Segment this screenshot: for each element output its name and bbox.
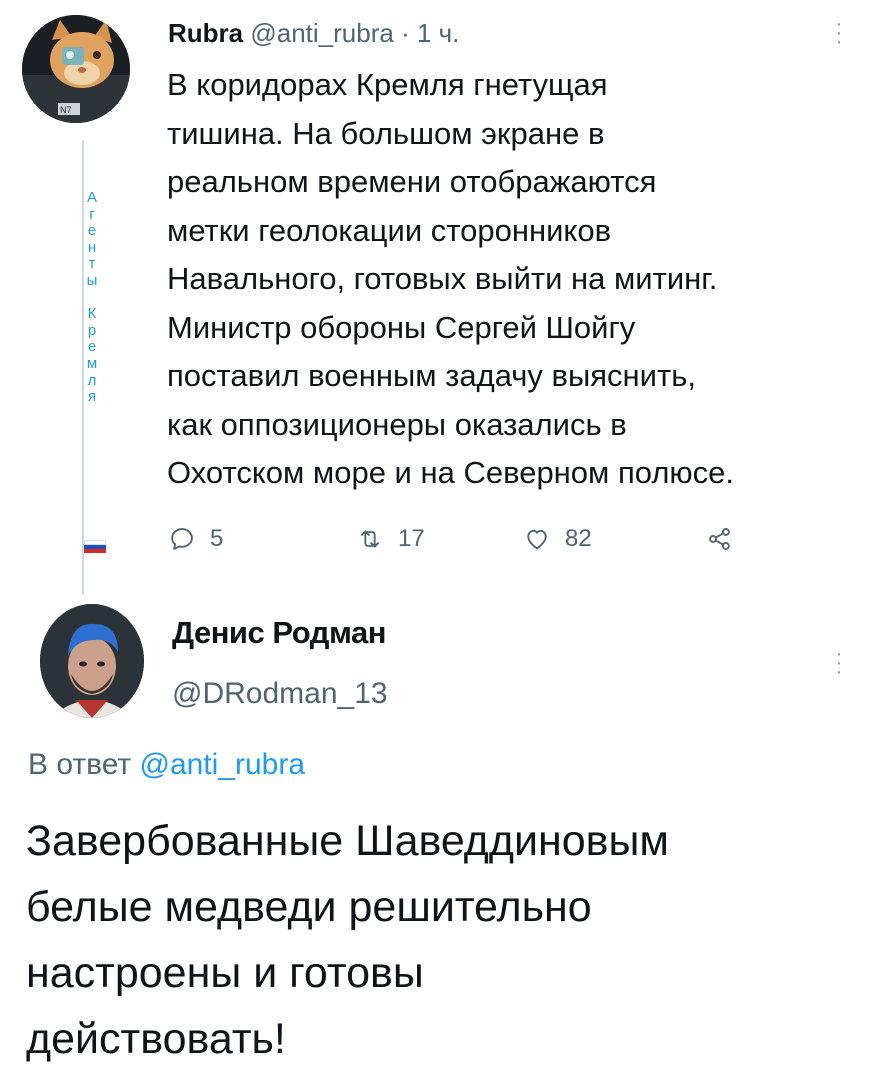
like-button[interactable]: 82 (523, 522, 592, 556)
tweet-header: Rubra @anti_rubra · 1 ч. (168, 18, 459, 48)
reply-author-avatar[interactable] (40, 604, 144, 718)
author-name[interactable]: Rubra (168, 18, 243, 48)
header-separator: · (393, 18, 417, 48)
reply-text: Завербованные Шаведдиновым белые медведи… (26, 817, 669, 1063)
share-icon (709, 528, 730, 550)
like-count: 82 (565, 525, 592, 552)
tweet-text: В коридорах Кремля гнетущая тишина. На б… (167, 67, 735, 490)
more-vertical-icon[interactable]: · · · (834, 644, 844, 682)
reply-context: В ответ @anti_rubra (28, 748, 305, 782)
thread-label: А г е н т ы К р е м л я (86, 189, 98, 406)
share-button[interactable] (706, 522, 748, 556)
retweet-button[interactable]: 17 (356, 522, 425, 556)
reply-prefix: В ответ (28, 748, 140, 781)
cat-avatar-icon: N7 (22, 15, 130, 123)
svg-text:N7: N7 (60, 105, 72, 115)
reply-mention-link[interactable]: @anti_rubra (139, 748, 305, 781)
reply-author-handle[interactable]: @DRodman_13 (172, 677, 388, 711)
reply-count: 5 (210, 525, 224, 552)
author-avatar[interactable]: N7 (22, 15, 130, 123)
tweet-actions: 5 17 82 (168, 522, 748, 556)
author-handle[interactable]: @anti_rubra (250, 18, 393, 48)
reply-icon (171, 528, 193, 550)
flag-icon (84, 540, 106, 553)
reply-author-name[interactable]: Денис Родман (172, 615, 386, 651)
reply-button[interactable]: 5 (168, 522, 223, 556)
tweet-time[interactable]: 1 ч. (417, 18, 459, 48)
more-vertical-icon[interactable]: · · · (834, 14, 844, 52)
retweet-icon (360, 530, 380, 548)
like-icon (527, 529, 547, 550)
person-avatar-icon (40, 604, 144, 718)
retweet-count: 17 (398, 525, 425, 552)
